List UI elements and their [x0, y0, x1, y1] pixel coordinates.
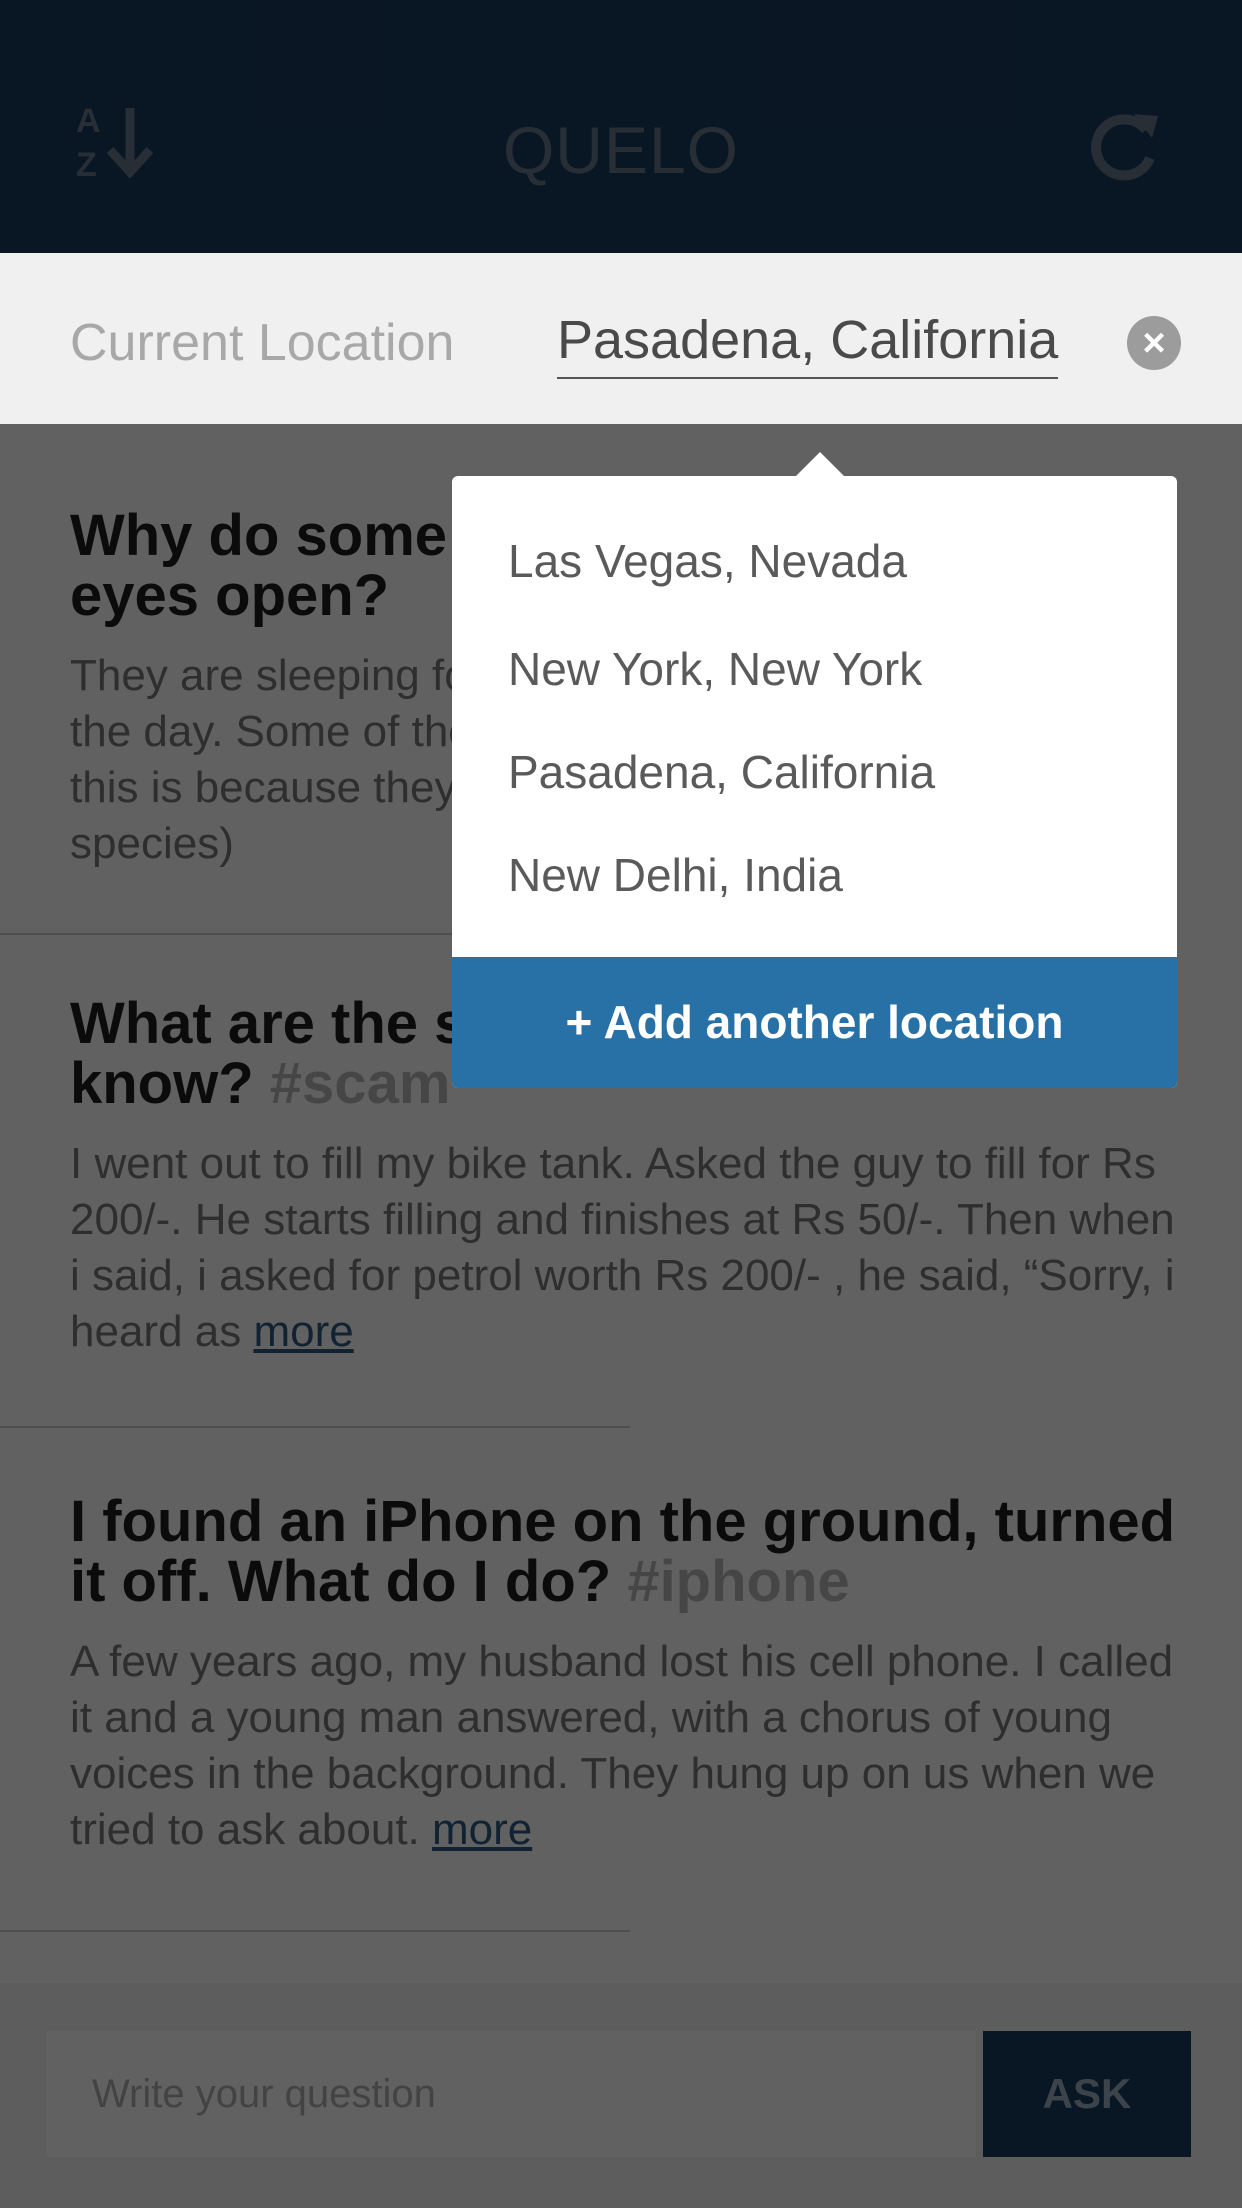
question-body: A few years ago, my husband lost his cel…	[70, 1637, 1174, 1854]
question-card[interactable]: I found an iPhone on the ground, turned …	[70, 1492, 1190, 1858]
location-option[interactable]: New Delhi, India	[508, 848, 843, 902]
current-location-label: Current Location	[70, 314, 455, 372]
ask-bar: ASK	[0, 1983, 1242, 2208]
question-tag[interactable]: #scam	[270, 1051, 451, 1116]
location-bar: Current Location Pasadena, California ×	[0, 253, 1242, 424]
location-option[interactable]: New York, New York	[508, 642, 922, 696]
question-body: I went out to fill my bike tank. Asked t…	[70, 1139, 1175, 1356]
location-select[interactable]: Pasadena, California	[557, 309, 1059, 379]
location-option[interactable]: Las Vegas, Nevada	[508, 534, 907, 588]
more-link[interactable]: more	[432, 1805, 532, 1854]
app-header: A Z QUELO	[0, 0, 1242, 253]
more-link[interactable]: more	[253, 1307, 353, 1356]
question-input[interactable]	[46, 2031, 976, 2157]
refresh-icon[interactable]	[1086, 108, 1162, 184]
location-option[interactable]: Pasadena, California	[508, 745, 935, 799]
close-icon[interactable]: ×	[1127, 316, 1181, 370]
app-title: QUELO	[502, 113, 740, 187]
divider	[0, 1930, 630, 1932]
question-tag[interactable]: #iphone	[627, 1549, 849, 1614]
question-title[interactable]: I found an iPhone on the ground, turned …	[70, 1492, 1190, 1612]
ask-button[interactable]: ASK	[983, 2031, 1191, 2157]
add-location-button[interactable]: + Add another location	[452, 957, 1177, 1088]
location-dropdown: Las Vegas, Nevada New York, New York Pas…	[452, 476, 1177, 1088]
divider	[0, 1426, 630, 1428]
dropdown-caret	[796, 452, 844, 476]
